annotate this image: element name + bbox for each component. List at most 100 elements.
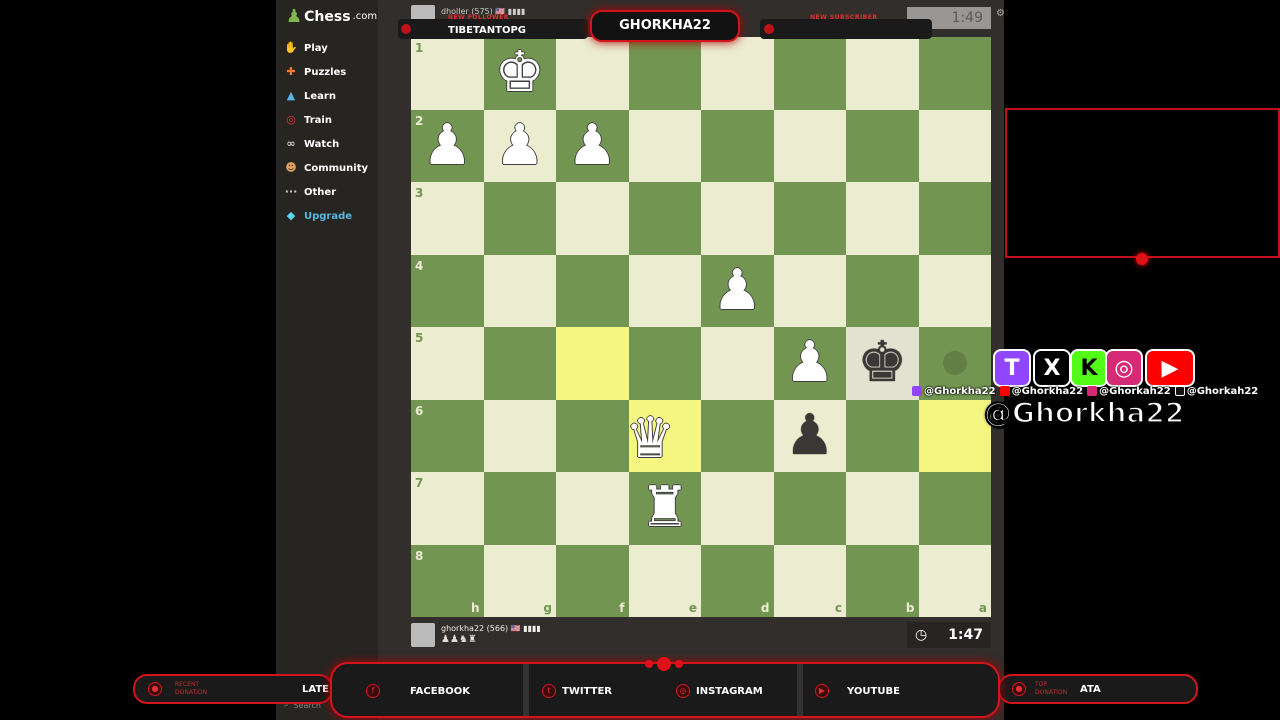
board-square[interactable]: 3	[411, 182, 484, 255]
recent-donation-label: RECENT DONATION	[175, 681, 208, 696]
board-square[interactable]	[846, 109, 919, 182]
chess-piece[interactable]: ♚	[484, 37, 557, 110]
board-square[interactable]: d	[701, 544, 774, 617]
more-dots-icon: ···	[284, 185, 298, 198]
board-square[interactable]	[773, 472, 846, 545]
board-square[interactable]	[556, 327, 629, 400]
bottom-player-name[interactable]: ghorkha22 (566) 🇺🇸 ▮▮▮▮	[441, 624, 541, 633]
board-square[interactable]	[773, 109, 846, 182]
board-square[interactable]	[701, 327, 774, 400]
board-square[interactable]: 5	[411, 327, 484, 400]
graduation-cap-icon: ▲	[286, 89, 296, 102]
move-hint-dot[interactable]	[942, 351, 967, 376]
puzzle-icon: ✚	[286, 65, 296, 78]
board-square[interactable]	[773, 182, 846, 255]
chess-piece[interactable]: ♟	[701, 255, 774, 328]
sidebar-item-puzzles[interactable]: ✚ Puzzles	[284, 60, 378, 84]
chess-piece[interactable]: ♟	[774, 327, 847, 400]
streamer-handle: @Ghorkha22	[983, 395, 1185, 430]
logo-name: Chess	[304, 8, 351, 25]
board-square[interactable]	[483, 399, 556, 472]
record-dot-icon	[1136, 253, 1148, 265]
board-square[interactable]	[556, 254, 629, 327]
board-square[interactable]	[846, 182, 919, 255]
board-square[interactable]	[918, 109, 991, 182]
board-square[interactable]	[846, 37, 919, 110]
board-square[interactable]: g	[483, 544, 556, 617]
board-square[interactable]	[918, 399, 991, 472]
board-square[interactable]: 1	[411, 37, 484, 110]
heart-icon	[401, 24, 411, 34]
board-square[interactable]	[846, 472, 919, 545]
board-square[interactable]	[918, 182, 991, 255]
file-label: e	[688, 601, 697, 615]
instagram-link[interactable]: ◎ INSTAGRAM	[676, 684, 763, 698]
board-square[interactable]	[701, 472, 774, 545]
board-square[interactable]	[846, 399, 919, 472]
sidebar-item-train[interactable]: ◎ Train	[284, 108, 378, 132]
chess-logo[interactable]: ♟ Chess .com	[286, 6, 377, 27]
bottom-player-avatar[interactable]	[411, 623, 435, 647]
board-square[interactable]: f	[556, 544, 629, 617]
webcam-frame	[1005, 108, 1280, 258]
board-square[interactable]: b	[846, 544, 919, 617]
board-square[interactable]: e	[628, 544, 701, 617]
board-square[interactable]	[483, 254, 556, 327]
chess-piece[interactable]: ♛	[614, 403, 687, 476]
board-square[interactable]	[628, 254, 701, 327]
sidebar-item-watch[interactable]: ∞ Watch	[284, 132, 378, 156]
chess-board[interactable]: 1 2 3 4 5 6 7 8 h g f e d c b a ♚ ♟ ♟ ♟ ♟ ♟ ♚ ♛ ♟ ♜	[411, 37, 991, 617]
board-square[interactable]	[701, 399, 774, 472]
board-square[interactable]	[701, 182, 774, 255]
chess-piece[interactable]: ♚	[846, 327, 919, 400]
sidebar-item-play[interactable]: ✋ Play	[284, 36, 378, 60]
board-square[interactable]	[846, 254, 919, 327]
chess-piece[interactable]: ♟	[411, 110, 484, 183]
top-donation-value: ATA	[1080, 684, 1101, 695]
board-square[interactable]: 4	[411, 254, 484, 327]
board-square[interactable]	[918, 254, 991, 327]
board-square[interactable]	[773, 37, 846, 110]
heart-icon	[764, 24, 774, 34]
chess-piece[interactable]: ♟	[484, 110, 557, 183]
board-square[interactable]	[628, 182, 701, 255]
board-square[interactable]	[918, 37, 991, 110]
sidebar-item-other[interactable]: ··· Other	[284, 180, 378, 204]
board-square[interactable]: 7	[411, 472, 484, 545]
rank-label: 1	[415, 41, 424, 55]
board-square[interactable]	[483, 327, 556, 400]
board-square[interactable]: 6	[411, 399, 484, 472]
youtube-link[interactable]: ▶ YOUTUBE	[815, 684, 900, 698]
board-square[interactable]	[628, 327, 701, 400]
chess-piece[interactable]: ♜	[629, 472, 702, 545]
board-square[interactable]	[483, 472, 556, 545]
board-square[interactable]: 8h	[411, 544, 484, 617]
sidebar-item-learn[interactable]: ▲ Learn	[284, 84, 378, 108]
board-square[interactable]	[628, 109, 701, 182]
stream-title: GHORKHA22	[590, 10, 740, 42]
recent-donation-value: LATE	[302, 684, 329, 695]
chess-piece[interactable]: ♟	[774, 400, 847, 473]
board-square[interactable]: a	[918, 544, 991, 617]
board-square[interactable]	[773, 254, 846, 327]
board-square[interactable]	[556, 182, 629, 255]
gear-icon[interactable]: ⚙	[996, 8, 1005, 19]
board-square[interactable]	[483, 182, 556, 255]
sidebar-item-upgrade[interactable]: ◆ Upgrade	[284, 204, 378, 228]
sidebar-item-community[interactable]: ☻ Community	[284, 156, 378, 180]
board-square[interactable]	[701, 37, 774, 110]
chess-piece[interactable]: ♟	[556, 110, 629, 183]
bottom-player-clock: ◷ 1:47	[907, 622, 991, 648]
board-square[interactable]	[628, 37, 701, 110]
decor-dots	[645, 657, 683, 671]
board-square[interactable]	[918, 472, 991, 545]
board-square[interactable]	[556, 37, 629, 110]
file-label: a	[978, 601, 987, 615]
facebook-link[interactable]: f FACEBOOK	[366, 684, 470, 698]
board-square[interactable]: c	[773, 544, 846, 617]
board-square[interactable]	[701, 109, 774, 182]
sidebar-item-label: Community	[304, 162, 369, 174]
sidebar-item-label: Watch	[304, 138, 340, 150]
twitter-link[interactable]: t TWITTER	[542, 684, 612, 698]
board-square[interactable]	[556, 472, 629, 545]
